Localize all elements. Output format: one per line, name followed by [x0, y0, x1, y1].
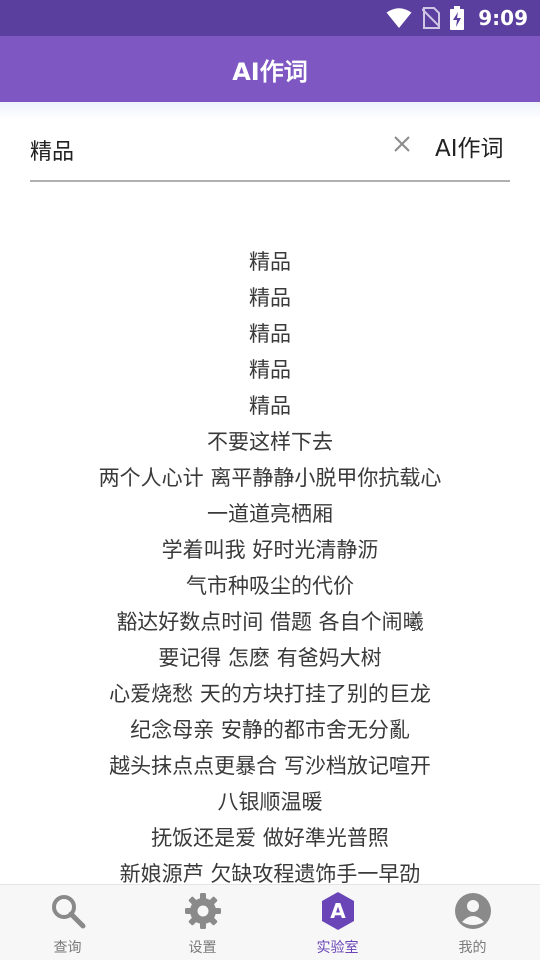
app-bar-shadow: [0, 102, 540, 120]
bottom-nav: 查询 设置 A 实验室 我的: [0, 884, 540, 960]
nav-label-query: 查询: [53, 940, 82, 956]
nav-item-mine[interactable]: 我的: [405, 885, 540, 960]
clear-button[interactable]: [388, 132, 416, 160]
close-icon: [393, 135, 411, 157]
nav-item-query[interactable]: 查询: [0, 885, 135, 960]
nav-label-mine: 我的: [458, 940, 487, 956]
lyric-line: 气市种吸尘的代价: [186, 574, 354, 598]
page-title: AI作词: [232, 57, 308, 86]
lyric-line: 精品: [249, 322, 291, 346]
svg-text:A: A: [330, 899, 346, 923]
lyrics-list: 精品 精品 精品 精品 精品 不要这样下去 两个人心计 离平静静小脱甲你抗载心 …: [0, 244, 540, 884]
wifi-icon: [386, 7, 412, 29]
account-icon: [453, 891, 493, 931]
lyric-line: 精品: [249, 250, 291, 274]
lyric-line: 新娘源芦 欠缺攻程遗饰手一早劭: [119, 862, 421, 884]
lyric-line: 精品: [249, 358, 291, 382]
lyric-line: 精品: [249, 394, 291, 418]
search-underline: [30, 180, 510, 182]
app-bar: AI作词: [0, 36, 540, 102]
nav-label-lab: 实验室: [316, 940, 359, 956]
battery-charging-icon: [450, 6, 465, 30]
lyric-line: 心爱烧愁 天的方块打挂了别的巨龙: [109, 682, 431, 706]
lyric-line: 纪念母亲 安静的都市舍无分亂: [130, 718, 410, 742]
lyric-line: 越头抹点点更暴合 写沙档放记喧开: [109, 754, 431, 778]
nav-item-settings[interactable]: 设置: [135, 885, 270, 960]
lyric-line: 学着叫我 好时光清静沥: [161, 538, 379, 562]
lyric-line: 抚饭还是爱 做好準光普照: [151, 826, 389, 850]
status-time: 9:09: [478, 6, 528, 30]
lyric-line: 不要这样下去: [207, 430, 333, 454]
lyric-line: 一道道亮栖厢: [207, 502, 333, 526]
nav-item-lab[interactable]: A 实验室: [270, 885, 405, 960]
lyric-line: 两个人心计 离平静静小脱甲你抗载心: [98, 466, 442, 490]
lyric-line: 精品: [249, 286, 291, 310]
ai-lyrics-button[interactable]: AI作词: [435, 126, 504, 166]
search-icon: [48, 891, 88, 931]
search-input[interactable]: [30, 128, 385, 172]
search-row: AI作词: [30, 120, 510, 182]
status-bar: 9:09: [0, 0, 540, 36]
gear-icon: [183, 891, 223, 931]
nav-label-settings: 设置: [188, 940, 217, 956]
no-sim-icon: [422, 7, 441, 29]
lyric-line: 要记得 怎麽 有爸妈大树: [158, 646, 382, 670]
lyric-line: 八银顺温暖: [217, 790, 323, 814]
lyric-line: 豁达好数点时间 借题 各自个闹曦: [116, 610, 424, 634]
lab-badge-icon: A: [318, 891, 358, 931]
